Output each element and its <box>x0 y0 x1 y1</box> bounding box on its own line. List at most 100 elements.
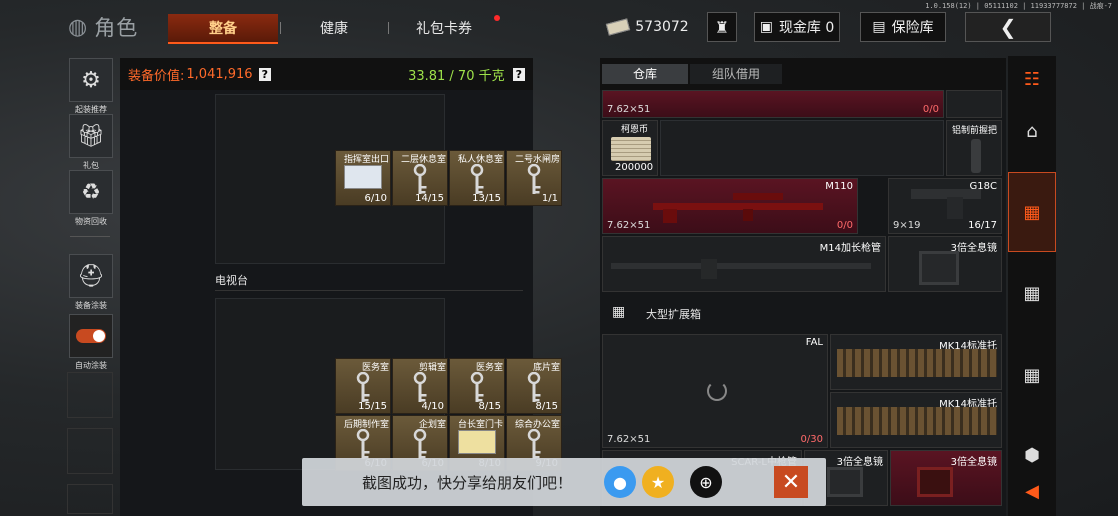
key-icon <box>409 428 431 461</box>
qq-icon[interactable]: ● <box>604 466 636 498</box>
item-mk14-stock[interactable]: MK14标准托 <box>830 392 1002 448</box>
empty-slot <box>67 428 113 474</box>
tab-team-borrow[interactable]: 组队借用 <box>690 64 782 84</box>
weapon-slot[interactable]: 7.62×51 0/0 <box>602 90 944 118</box>
weight-help-button[interactable]: ? <box>512 67 525 81</box>
warehouse-panel: 仓库 组队借用 7.62×51 0/0 柯恩币 200000 铝制前握把 M11… <box>600 58 1006 516</box>
empty-grid <box>660 120 944 176</box>
tab-prepare[interactable]: 整备 <box>168 14 278 44</box>
page-title: ◍ 角色 <box>68 14 139 41</box>
share-toast: 截图成功，快分享给朋友们吧！ ● ★ ⊕ ✕ <box>302 458 826 506</box>
key-icon <box>523 163 545 196</box>
tab-health[interactable]: 健康 <box>280 14 388 44</box>
item-holo-sight[interactable]: 3倍全息镜 <box>888 236 1002 292</box>
key-icon <box>466 371 488 404</box>
safe-icon: ▤ <box>872 19 886 35</box>
pistol-icon <box>911 189 981 219</box>
key-item[interactable]: 二号水闸房 1/1 <box>506 150 562 206</box>
item-grip[interactable]: 铝制前握把 <box>946 120 1002 176</box>
sight-icon <box>919 251 959 285</box>
sidebar-item-auto-skin[interactable]: 自动涂装 <box>67 314 115 371</box>
globe-icon: ◍ <box>68 14 89 40</box>
key-item[interactable]: 医务室 8/15 <box>449 358 505 414</box>
top-bar: 1.0.158(12) | 05111102 | 11933777872 | 战… <box>0 0 1118 56</box>
section-divider <box>215 290 523 291</box>
sight-icon <box>827 467 863 497</box>
value-help-button[interactable]: ? <box>258 67 271 81</box>
case-icon[interactable]: ▦ <box>1008 270 1056 316</box>
weapon-m110[interactable]: M110 7.62×51 0/0 <box>602 178 858 234</box>
version-text: 1.0.158(12) | 05111102 | 11933777872 | 战… <box>925 2 1112 10</box>
trader-button[interactable]: ♜ <box>707 12 737 42</box>
case-icon[interactable]: ▦ <box>1008 352 1056 398</box>
notification-dot <box>494 15 500 21</box>
weight-display: 33.81 / 70 千克 <box>408 68 505 84</box>
key-item[interactable]: 二层休息室 14/15 <box>392 150 448 206</box>
tab-warehouse[interactable]: 仓库 <box>602 64 688 84</box>
sidebar-item-loadout-recommend[interactable]: ⚙ 起装推荐 <box>67 58 115 115</box>
equipment-value: 1,041,916 <box>186 66 253 82</box>
safe-button[interactable]: ▤ 保险库 <box>860 12 946 42</box>
keycard-icon <box>344 165 382 189</box>
back-arrow-icon: ❮ <box>999 15 1017 39</box>
key-item[interactable]: 剪辑室 4/10 <box>392 358 448 414</box>
filter-icon[interactable]: ☷ <box>1008 56 1056 102</box>
loading-spinner-icon <box>707 381 727 401</box>
expansion-label: 大型扩展箱 <box>646 308 701 321</box>
back-button[interactable]: ❮ <box>965 12 1051 42</box>
qzone-icon[interactable]: ★ <box>642 466 674 498</box>
tv-section-label: 电视台 <box>215 274 248 287</box>
key-icon <box>409 371 431 404</box>
share-app-icon[interactable]: ⊕ <box>690 466 722 498</box>
sidebar: ⚙ 起装推荐 🎁︎ 礼包 ♻ 物资回收 ⛑ 装备涂装 自动涂装 <box>64 56 116 516</box>
sidebar-divider <box>70 236 110 237</box>
item-slot[interactable] <box>946 90 1002 118</box>
key-icon <box>409 163 431 196</box>
key-icon <box>352 428 374 461</box>
weapon-fal[interactable]: FAL 7.62×51 0/30 <box>602 334 828 448</box>
cash-vault-button[interactable]: ▣ 现金库 0 <box>754 12 840 42</box>
vault-icon: ▣ <box>759 19 773 35</box>
item-holo-sight[interactable]: 3倍全息镜 <box>890 450 1002 506</box>
key-item[interactable]: 底片室 8/15 <box>506 358 562 414</box>
helmet-icon: ⛑ <box>69 254 113 298</box>
trader-icon: ♜ <box>714 17 730 37</box>
weapon-g18c[interactable]: G18C 9×19 16/17 <box>888 178 1002 234</box>
item-m14-barrel[interactable]: M14加长枪管 <box>602 236 886 292</box>
close-icon[interactable]: ✕ <box>774 466 808 498</box>
right-nav: ☷ ⌂ ▦ ▦ ▦ ⬢ ◀ <box>1008 56 1056 516</box>
recycle-icon: ♻ <box>69 170 113 214</box>
key-icon <box>466 163 488 196</box>
equipment-panel: 装备价值: 1,041,916 ? 33.81 / 70 千克 ? 指挥室出口 6… <box>120 58 562 516</box>
value-label: 装备价值: <box>128 68 185 84</box>
key-icon <box>523 428 545 461</box>
container-icon: ▦ <box>612 304 626 320</box>
gift-icon: 🎁︎ <box>69 114 113 158</box>
barrel-icon <box>611 259 871 279</box>
item-mk14-stock[interactable]: MK14标准托 <box>830 334 1002 390</box>
money-display: 573072 <box>606 12 690 42</box>
sight-icon <box>917 467 953 497</box>
sidebar-item-recycle[interactable]: ♻ 物资回收 <box>67 170 115 227</box>
collapse-arrow-icon[interactable]: ◀ <box>1008 468 1056 514</box>
empty-slot <box>67 484 113 514</box>
key-icon <box>352 371 374 404</box>
rifle-icon <box>653 193 823 223</box>
home-icon[interactable]: ⌂ <box>1008 108 1056 154</box>
keycard-icon <box>458 430 496 454</box>
equipment-summary: 装备价值: 1,041,916 ? 33.81 / 70 千克 ? <box>120 58 533 90</box>
sidebar-item-skin[interactable]: ⛑ 装备涂装 <box>67 254 115 311</box>
auto-skin-toggle[interactable] <box>69 314 113 358</box>
key-item[interactable]: 医务室 15/15 <box>335 358 391 414</box>
sidebar-item-gift[interactable]: 🎁︎ 礼包 <box>67 114 115 171</box>
toast-text: 截图成功，快分享给朋友们吧！ <box>362 474 573 492</box>
cash-icon <box>606 18 631 36</box>
key-icon <box>523 371 545 404</box>
key-item[interactable]: 私人休息室 13/15 <box>449 150 505 206</box>
warehouse-icon[interactable]: ▦ <box>1008 172 1056 252</box>
key-item[interactable]: 指挥室出口 6/10 <box>335 150 391 206</box>
tab-gift-cards[interactable]: 礼包卡券 <box>388 14 500 44</box>
coin-stack-icon <box>611 137 651 161</box>
item-coin[interactable]: 柯恩币 200000 <box>602 120 658 176</box>
stock-icon <box>837 407 997 435</box>
